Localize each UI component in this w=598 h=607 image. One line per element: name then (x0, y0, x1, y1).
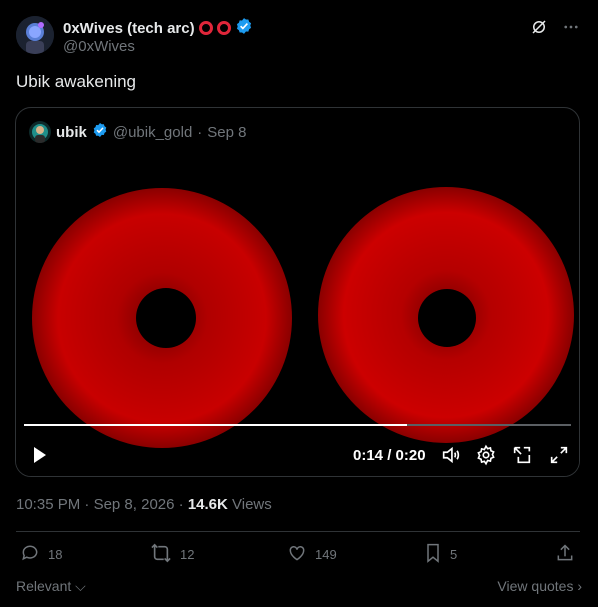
author-avatar[interactable] (16, 16, 54, 54)
like-count: 149 (315, 547, 337, 562)
quote-handle[interactable]: @ubik_gold (113, 124, 192, 141)
author-name[interactable]: 0xWives (tech arc) (63, 20, 195, 37)
author-name-row[interactable]: 0xWives (tech arc) (63, 17, 253, 39)
tweet-text: Ubik awakening (16, 72, 137, 91)
like-button[interactable]: 149 (287, 543, 337, 566)
video-time: 0:14 / 0:20 (353, 447, 426, 464)
reply-count: 18 (48, 547, 63, 562)
share-icon (555, 543, 575, 566)
left-disc (32, 188, 292, 448)
video-frame[interactable] (16, 148, 579, 476)
quote-name[interactable]: ubik (56, 124, 87, 141)
bookmark-count: 5 (450, 547, 458, 562)
quote-date[interactable]: Sep 8 (207, 124, 246, 141)
play-icon[interactable] (32, 446, 48, 469)
right-disc (318, 187, 574, 443)
picture-in-picture-icon[interactable] (511, 444, 533, 471)
meta-separator: · (84, 496, 90, 513)
relevant-sort-button[interactable]: Relevant ⌵ (16, 578, 86, 595)
meta-separator: · (178, 496, 184, 513)
views-count: 14.6K (187, 496, 228, 513)
video-controls: 0:14 / 0:20 (16, 441, 579, 469)
divider (16, 531, 580, 532)
settings-icon[interactable] (475, 444, 497, 471)
bookmark-icon (424, 543, 442, 566)
video-progress-fill (24, 424, 407, 426)
relevant-label: Relevant (16, 578, 72, 594)
fullscreen-icon[interactable] (548, 444, 570, 471)
repost-button[interactable]: 12 (150, 543, 194, 566)
views-label: Views (232, 496, 272, 513)
bookmark-button[interactable]: 5 (424, 543, 457, 566)
tweet-date[interactable]: Sep 8, 2026 (94, 496, 175, 513)
grok-icon[interactable] (530, 18, 548, 41)
repost-icon (150, 543, 172, 566)
volume-icon[interactable] (440, 444, 462, 471)
reply-icon (20, 543, 40, 566)
chevron-down-icon: ⌵ (75, 578, 86, 594)
view-quotes-label: View quotes (497, 578, 574, 594)
reply-button[interactable]: 18 (20, 543, 62, 566)
more-icon[interactable] (562, 18, 580, 41)
like-icon (287, 543, 307, 566)
share-button[interactable] (555, 543, 575, 566)
quote-separator: · (197, 123, 203, 141)
tweet-time[interactable]: 10:35 PM (16, 496, 80, 513)
verified-badge-icon (235, 17, 253, 39)
quote-card[interactable]: ubik @ubik_gold · Sep 8 0:14 / 0:20 (15, 107, 580, 477)
quote-header: ubik @ubik_gold · Sep 8 (29, 121, 247, 143)
repost-count: 12 (180, 547, 195, 562)
quote-avatar[interactable] (29, 121, 51, 143)
chevron-right-icon: › (577, 578, 582, 594)
video-progress-bar[interactable] (24, 424, 571, 426)
view-quotes-link[interactable]: View quotes › (497, 578, 582, 594)
red-circle-icon (216, 21, 231, 35)
action-bar: 18 12 149 5 (0, 543, 598, 567)
author-handle[interactable]: @0xWives (63, 38, 135, 55)
red-circle-icon (198, 21, 213, 35)
top-actions (530, 18, 580, 41)
verified-badge-icon (92, 122, 108, 142)
tweet-meta: 10:35 PM · Sep 8, 2026 · 14.6K Views (16, 496, 272, 513)
